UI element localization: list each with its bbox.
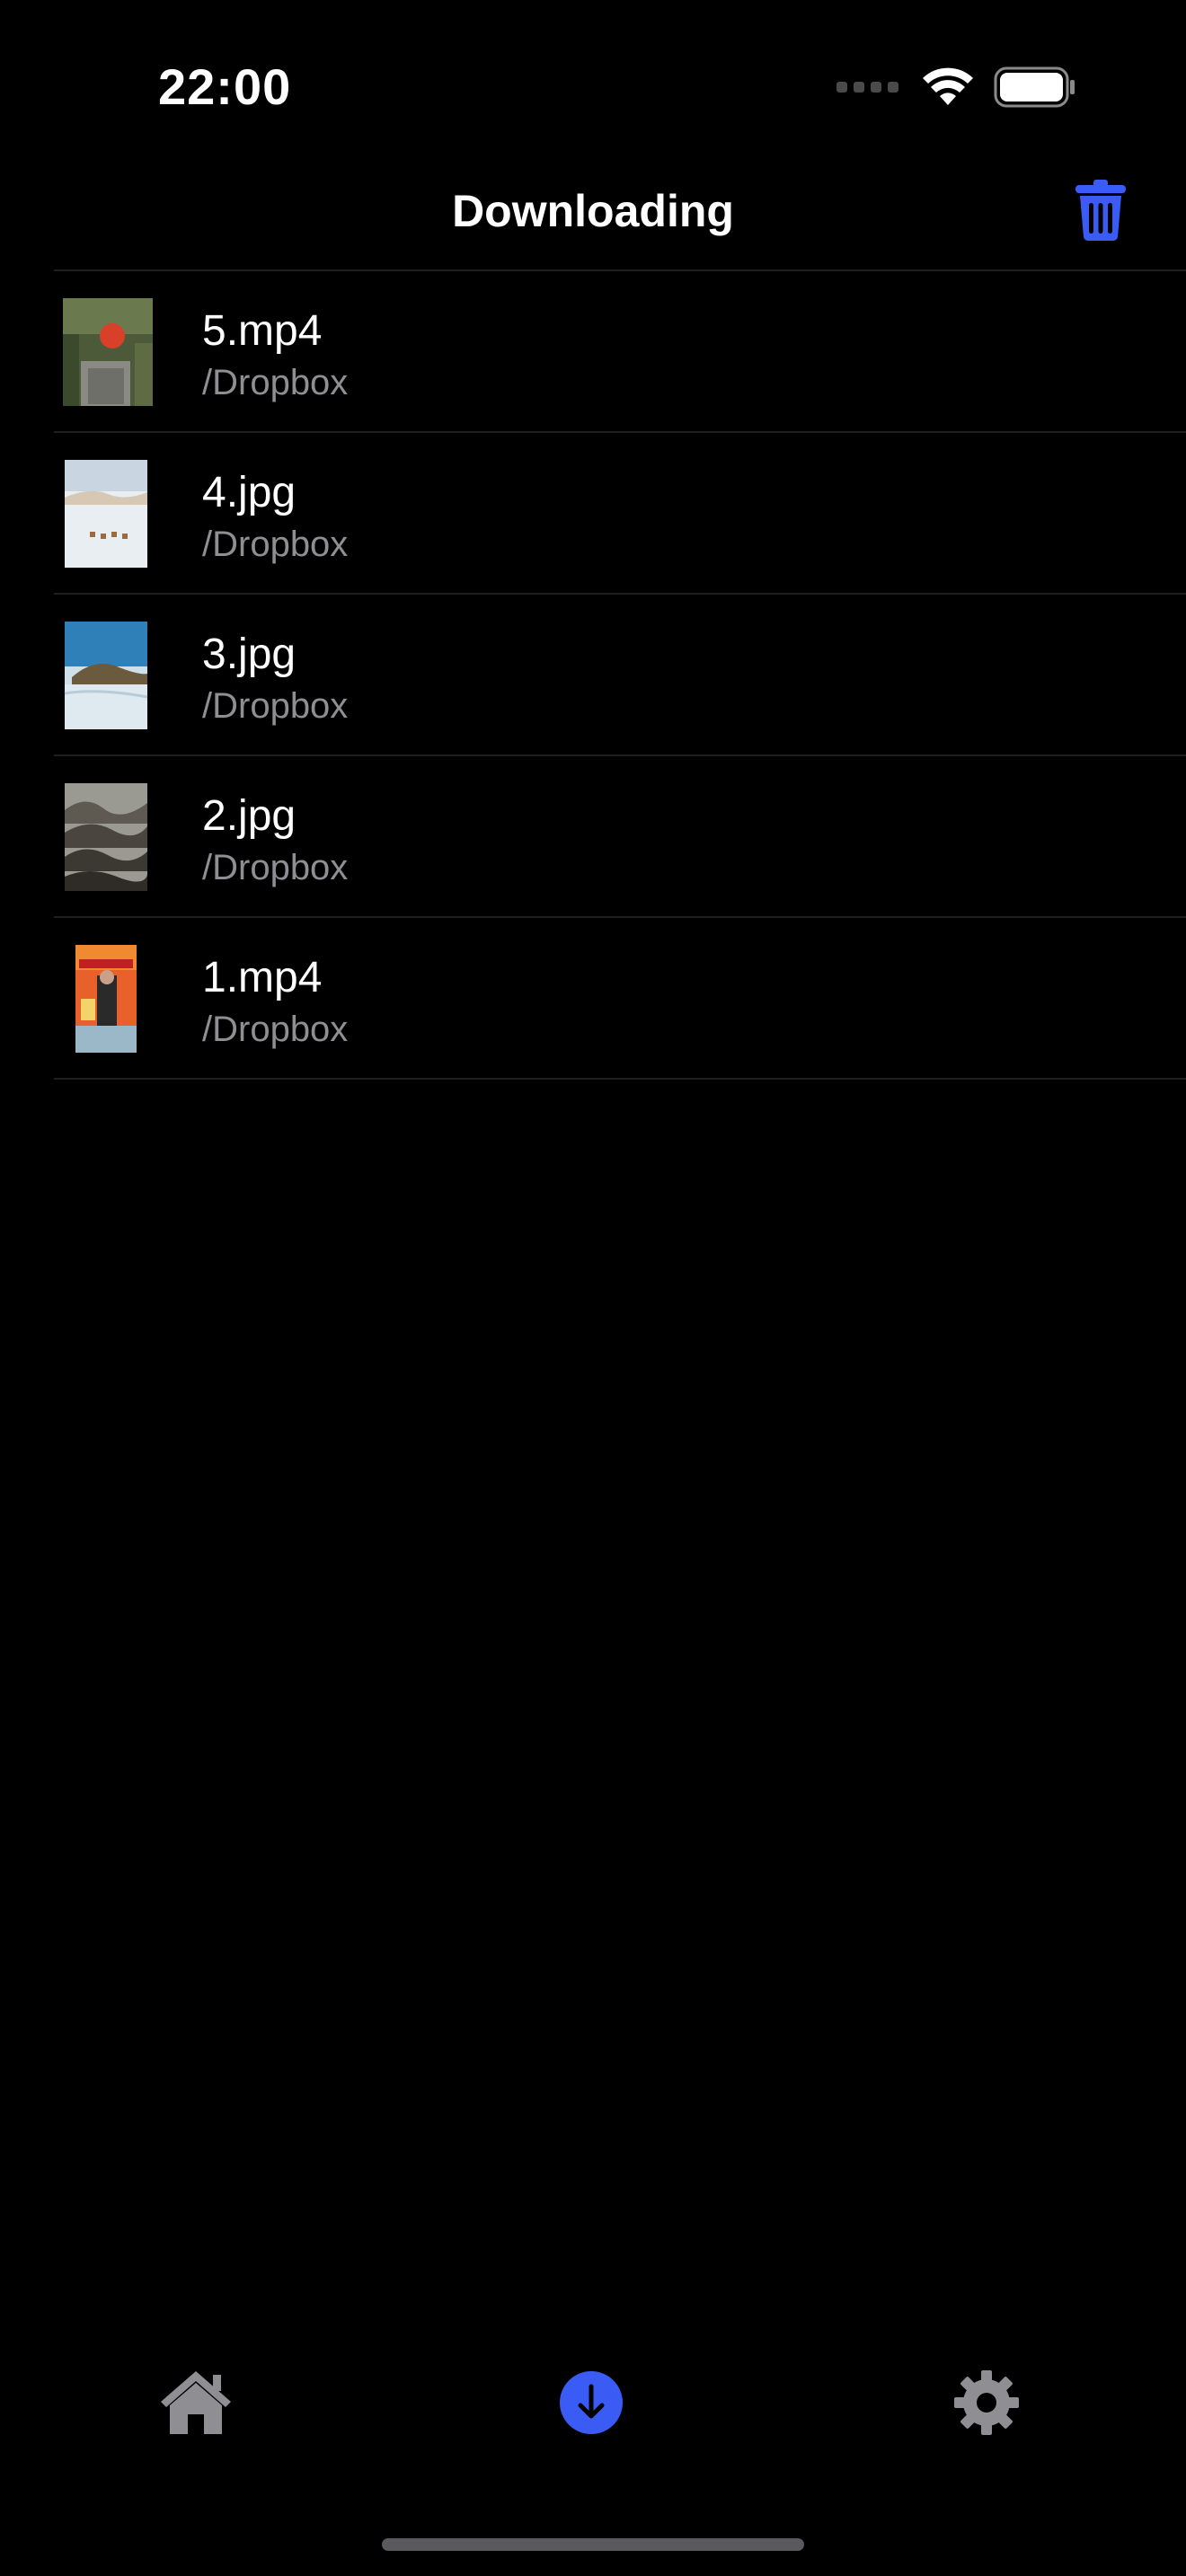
downloads-list: 5.mp4 /Dropbox 4.jpg /Dropbox 3.jpg /Dro… (54, 269, 1186, 1080)
tab-settings[interactable] (942, 2362, 1031, 2443)
file-name: 1.mp4 (202, 954, 323, 1001)
navigation-bar: Downloading (0, 153, 1186, 269)
list-item[interactable]: 4.jpg /Dropbox (54, 433, 1186, 595)
file-path: /Dropbox (202, 848, 349, 887)
file-path: /Dropbox (202, 525, 349, 564)
delete-button[interactable] (1069, 174, 1132, 246)
house-icon (161, 2371, 231, 2434)
photo-thumbnail (63, 622, 153, 729)
file-path: /Dropbox (202, 363, 349, 402)
status-time: 22:00 (158, 58, 292, 115)
tab-bar (0, 2335, 1186, 2470)
video-thumbnail (63, 945, 153, 1053)
battery-icon (994, 66, 1075, 108)
tab-downloads[interactable] (546, 2362, 636, 2443)
home-indicator (382, 2538, 804, 2551)
wifi-icon (923, 67, 973, 105)
file-name: 5.mp4 (202, 307, 323, 355)
list-item[interactable]: 2.jpg /Dropbox (54, 756, 1186, 918)
list-item[interactable]: 1.mp4 /Dropbox (54, 918, 1186, 1080)
page-title: Downloading (452, 186, 734, 236)
file-path: /Dropbox (202, 1010, 349, 1049)
download-circle-icon (560, 2371, 623, 2434)
list-item[interactable]: 3.jpg /Dropbox (54, 595, 1186, 756)
trash-icon (1075, 180, 1126, 242)
file-name: 2.jpg (202, 792, 296, 840)
status-icons (836, 65, 1076, 110)
file-path: /Dropbox (202, 686, 349, 726)
video-thumbnail (63, 298, 153, 406)
cellular-signal-icon (836, 82, 898, 93)
status-bar: 22:00 (0, 0, 1186, 135)
photo-thumbnail (63, 783, 153, 891)
list-item[interactable]: 5.mp4 /Dropbox (54, 271, 1186, 433)
file-name: 4.jpg (202, 469, 296, 516)
tab-home[interactable] (151, 2362, 241, 2443)
file-name: 3.jpg (202, 631, 296, 678)
photo-thumbnail (63, 460, 153, 568)
gear-icon (954, 2370, 1019, 2435)
